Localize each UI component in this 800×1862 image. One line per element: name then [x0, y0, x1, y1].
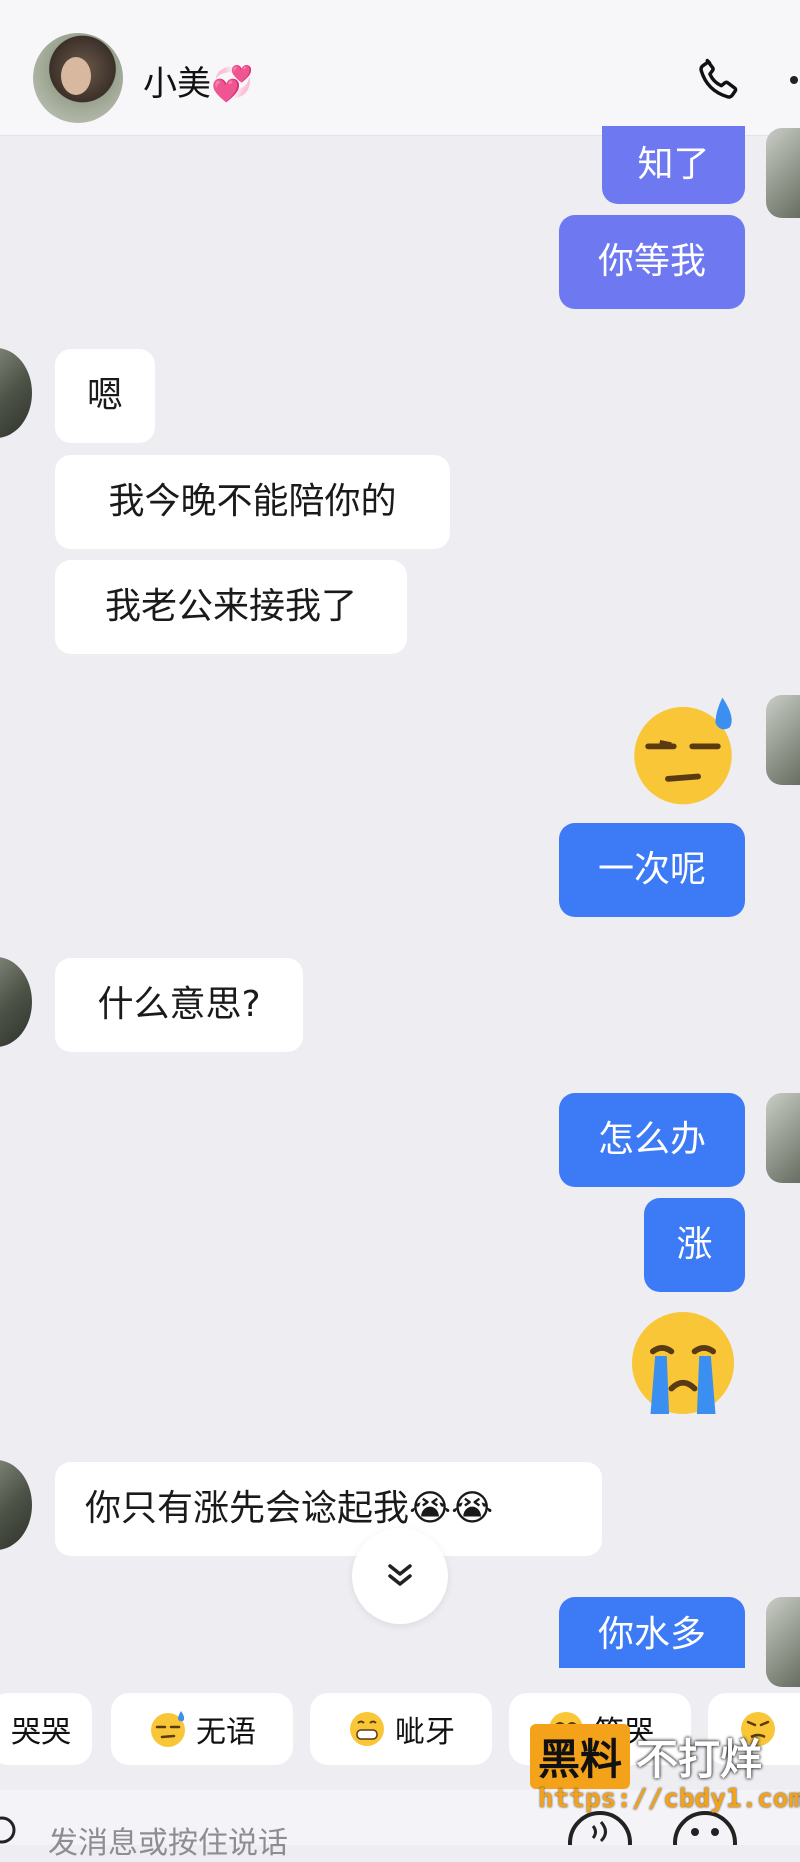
my-avatar[interactable]	[766, 128, 800, 218]
incoming-message[interactable]: 你只有涨先会谂起我😭😭	[55, 1462, 602, 1556]
my-avatar[interactable]	[766, 1597, 800, 1687]
contact-avatar[interactable]	[33, 33, 123, 123]
speechless-emoji-icon	[151, 1711, 185, 1747]
chevron-double-down-icon	[388, 1564, 412, 1586]
my-avatar[interactable]	[766, 1093, 800, 1183]
watermark: 黑料 不打烊	[530, 1724, 762, 1789]
quick-reply-chip[interactable]: 无语	[111, 1693, 293, 1765]
crying-emoji[interactable]	[625, 1305, 741, 1421]
incoming-message[interactable]: 我老公来接我了	[55, 560, 407, 654]
outgoing-message[interactable]: 知了	[602, 126, 745, 204]
scroll-down-button[interactable]	[352, 1528, 448, 1624]
outgoing-message[interactable]: 一次呢	[559, 823, 745, 917]
my-avatar[interactable]	[766, 695, 800, 785]
contact-name[interactable]: 小美💞	[143, 56, 253, 105]
grin-emoji-icon	[350, 1712, 384, 1746]
watermark-tagline: 不打烊	[636, 1735, 763, 1784]
watermark-brand: 黑料	[530, 1724, 631, 1789]
outgoing-message[interactable]: 涨	[644, 1198, 745, 1292]
chat-header: 小美💞	[0, 0, 800, 136]
quick-reply-chip[interactable]: 哭哭	[0, 1693, 92, 1765]
incoming-message[interactable]: 什么意思?	[55, 958, 303, 1052]
phone-icon[interactable]	[693, 53, 745, 105]
message-input[interactable]: 发消息或按住说话	[48, 1818, 288, 1862]
quick-reply-chip[interactable]: 呲牙	[310, 1693, 492, 1765]
more-icon[interactable]	[790, 76, 798, 84]
incoming-message[interactable]: 嗯	[55, 349, 155, 443]
watermark-url: https://cbdy1.com	[538, 1784, 800, 1814]
outgoing-message[interactable]: 怎么办	[559, 1093, 745, 1187]
speechless-sweat-emoji[interactable]	[625, 693, 741, 809]
contact-avatar-small[interactable]	[0, 1460, 32, 1550]
contact-avatar-small[interactable]	[0, 348, 32, 438]
contact-avatar-small[interactable]	[0, 957, 32, 1047]
incoming-message[interactable]: 我今晚不能陪你的	[55, 455, 450, 549]
mic-icon[interactable]	[0, 1812, 18, 1845]
outgoing-message[interactable]: 你等我	[559, 215, 745, 309]
outgoing-message[interactable]: 你水多	[559, 1597, 745, 1668]
